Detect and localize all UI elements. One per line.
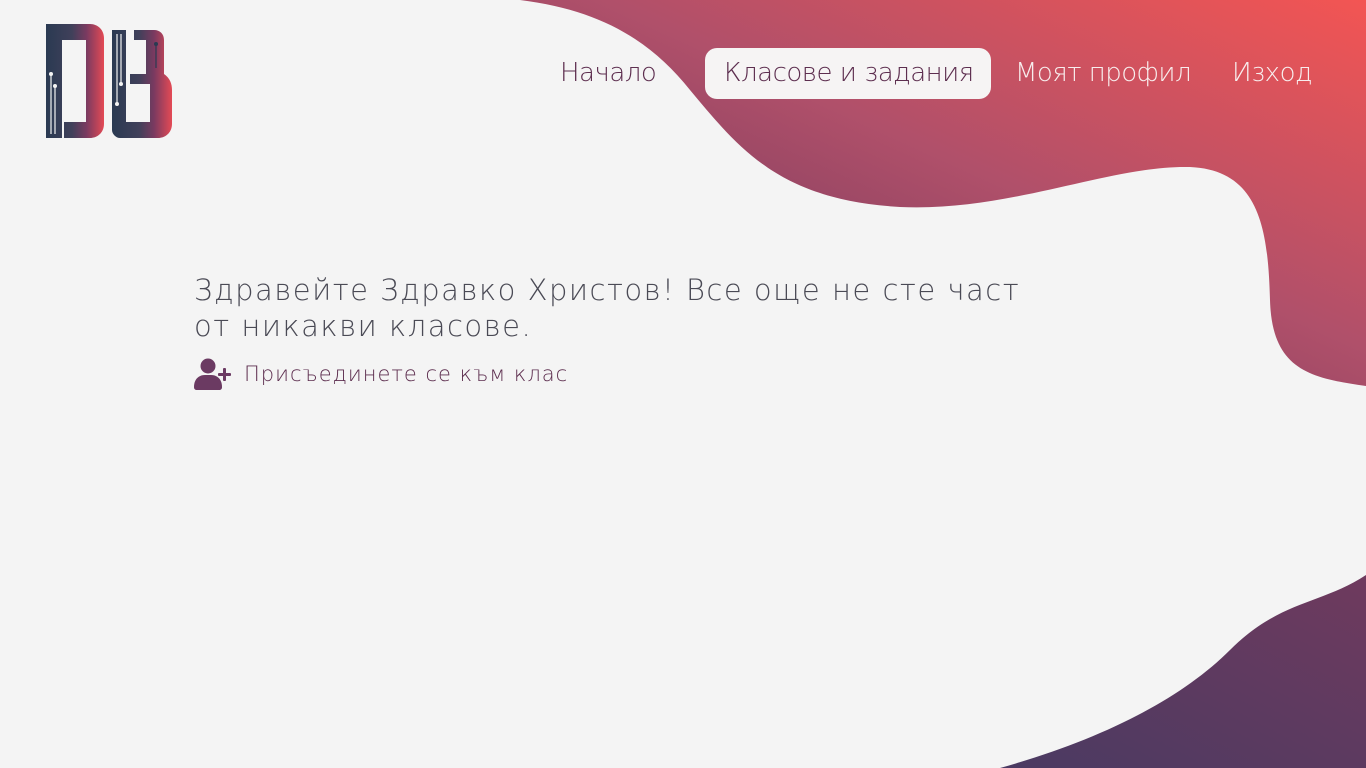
join-class-label: Присъединете се към клас [244,362,569,386]
main-navigation: Начало Класове и задания Моят профил Изх… [540,48,1326,100]
greeting-message: Здравейте Здравко Христов! Все още не ст… [194,273,1021,343]
nav-item-classes-and-assignments[interactable]: Класове и задания [705,48,991,99]
db-circuit-logo-icon[interactable] [46,24,174,139]
user-plus-icon [194,358,231,390]
join-class-link[interactable]: Присъединете се към клас [194,358,568,390]
nav-item-logout[interactable]: Изход [1232,48,1313,99]
page: Начало Класове и задания Моят профил Изх… [0,0,1366,768]
bottom-right-gradient-blob [1000,575,1366,768]
nav-item-my-profile[interactable]: Моят профил [1015,48,1192,99]
nav-item-home[interactable]: Начало [560,48,657,99]
